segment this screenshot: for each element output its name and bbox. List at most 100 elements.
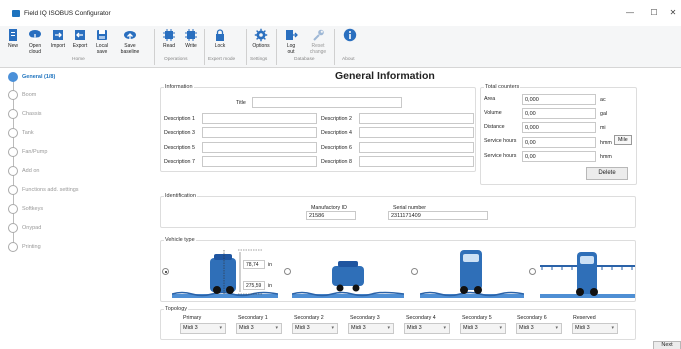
reset-change-button[interactable]: Reset change (303, 26, 333, 55)
import-button[interactable]: Import (47, 26, 69, 50)
description-6-label: Description 6 (321, 145, 352, 151)
step-label: Softkeys (22, 206, 44, 212)
step-label: Chassis (22, 111, 42, 117)
step-dot (8, 204, 18, 214)
topology-secondary-3-select[interactable]: Midi 3 ▾ (348, 323, 394, 334)
step-tank[interactable]: Tank (8, 127, 34, 139)
group-settings: Settings (250, 57, 268, 62)
chevron-down-icon: ▾ (219, 325, 222, 331)
description-7-input[interactable] (202, 156, 317, 167)
description-2-input[interactable] (359, 113, 474, 124)
unit-tooltip: Mile (614, 135, 632, 145)
topology-secondary-2-label: Secondary 2 (294, 315, 324, 321)
export-icon (75, 30, 85, 40)
cloud-download-icon (29, 30, 41, 41)
topology-group (160, 309, 636, 340)
step-onypad[interactable]: Onypad (8, 222, 41, 234)
next-button[interactable]: Next (653, 341, 681, 349)
write-button[interactable]: Write (180, 26, 202, 50)
chevron-down-icon: ▾ (387, 325, 390, 331)
options-button[interactable]: Options (250, 26, 272, 50)
save-disk-icon (97, 30, 107, 40)
ribbon-separator (204, 29, 205, 65)
topology-secondary-2-select[interactable]: Midi 3 ▾ (292, 323, 338, 334)
step-dot (8, 223, 18, 233)
area-input[interactable] (522, 94, 596, 105)
select-value: Midi 3 (295, 325, 310, 331)
distance-unit: mi (600, 125, 606, 131)
log-out-button[interactable]: Log out (280, 26, 302, 55)
options-label: Options (252, 43, 270, 49)
minimize-button[interactable]: — (624, 8, 636, 18)
service-hours-input[interactable] (522, 137, 596, 148)
new-button[interactable]: New (2, 26, 24, 50)
save-baseline-button[interactable]: Save baseline (117, 26, 143, 55)
local-save-button[interactable]: Local save (91, 26, 113, 55)
topology-secondary-6-select[interactable]: Midi 3 ▾ (516, 323, 562, 334)
service-hours-2-input[interactable] (522, 151, 596, 162)
export-button[interactable]: Export (69, 26, 91, 50)
step-softkeys[interactable]: Softkeys (8, 203, 43, 215)
step-printing[interactable]: Printing (8, 241, 41, 253)
step-dot (8, 147, 18, 157)
topology-reserved-select[interactable]: Midi 3 ▾ (572, 323, 618, 334)
close-button[interactable]: ✕ (667, 8, 679, 18)
delete-button[interactable]: Delete (586, 167, 628, 180)
manufactory-id-input[interactable] (306, 211, 356, 220)
description-4-label: Description 4 (321, 130, 352, 136)
description-3-input[interactable] (202, 127, 317, 138)
serial-number-input[interactable] (388, 211, 488, 220)
vehicle-option-4-radio[interactable] (529, 268, 536, 275)
group-about: About (342, 57, 355, 62)
vehicle-option-3-radio[interactable] (411, 268, 418, 275)
ribbon-separator (246, 29, 247, 65)
volume-input[interactable] (522, 108, 596, 119)
lock-button[interactable]: Lock (209, 26, 231, 50)
description-1-input[interactable] (202, 113, 317, 124)
topology-secondary-4-select[interactable]: Midi 3 ▾ (404, 323, 450, 334)
select-value: Midi 3 (239, 325, 254, 331)
step-label: Fan/Pump (22, 149, 48, 155)
service-hours-unit: hmm (600, 140, 612, 146)
description-1-label: Description 1 (164, 116, 195, 122)
read-button[interactable]: Read (158, 26, 180, 50)
topology-secondary-5-select[interactable]: Midi 3 ▾ (460, 323, 506, 334)
step-functions[interactable]: Functions add. settings (8, 184, 79, 196)
description-6-input[interactable] (359, 142, 474, 153)
description-7-label: Description 7 (164, 159, 195, 165)
title-input[interactable] (252, 97, 402, 108)
group-database: Database (294, 57, 315, 62)
step-dot (8, 166, 18, 176)
step-add-on[interactable]: Add on (8, 165, 39, 177)
topology-secondary-1-select[interactable]: Midi 3 ▾ (236, 323, 282, 334)
area-unit: ac (600, 97, 606, 103)
new-label: New (7, 43, 18, 49)
maximize-button[interactable]: ☐ (648, 8, 660, 18)
topology-primary-select[interactable]: Midi 3 ▾ (180, 323, 226, 334)
step-general[interactable]: General (1/8) (8, 71, 55, 83)
step-dot (8, 109, 18, 119)
step-chassis[interactable]: Chassis (8, 108, 42, 120)
open-cloud-button[interactable]: Open cloud (24, 26, 46, 55)
group-home: Home (72, 57, 85, 62)
description-4-input[interactable] (359, 127, 474, 138)
vehicle-width-input[interactable] (243, 281, 265, 290)
description-5-input[interactable] (202, 142, 317, 153)
wrench-icon (313, 29, 324, 41)
vehicle-height-unit: in (268, 262, 273, 268)
description-8-label: Description 8 (321, 159, 352, 165)
topology-secondary-4-label: Secondary 4 (406, 315, 436, 321)
ribbon-separator (154, 29, 155, 65)
step-fan-pump[interactable]: Fan/Pump (8, 146, 47, 158)
about-button[interactable] (339, 26, 361, 44)
step-label: Add on (22, 168, 40, 174)
vehicle-option-1-radio[interactable] (162, 268, 169, 275)
vehicle-height-input[interactable] (243, 260, 265, 269)
step-boom[interactable]: Boom (8, 89, 36, 101)
distance-input[interactable] (522, 122, 596, 133)
vehicle-option-2-radio[interactable] (284, 268, 291, 275)
log-out-label: Log out (286, 43, 296, 55)
lock-icon (216, 29, 224, 41)
description-8-input[interactable] (359, 156, 474, 167)
group-operations: Operations (164, 57, 188, 62)
